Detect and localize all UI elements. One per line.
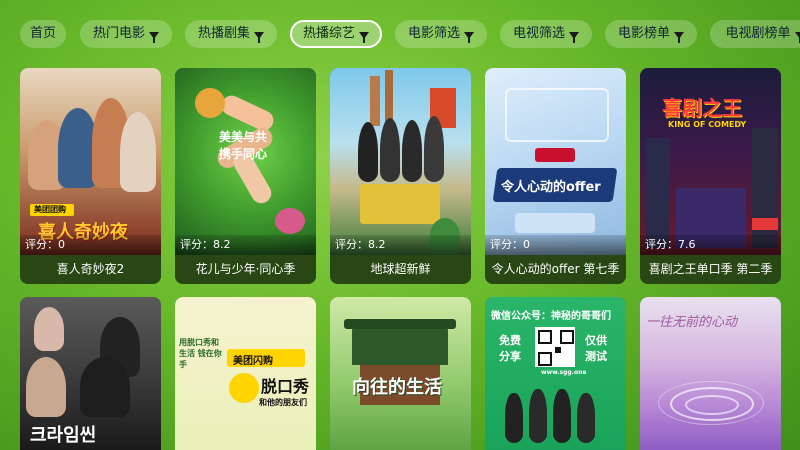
tab-movie-filter[interactable]: 电影筛选 [395, 20, 487, 48]
filter-icon [464, 31, 474, 43]
tab-hot-variety[interactable]: 热播综艺 [290, 20, 382, 48]
poster-brand: 美团闪购 [233, 356, 273, 367]
poster-image: 美团团购 喜人奇妙夜 [20, 68, 161, 255]
filter-icon [674, 31, 684, 43]
poster-subtitle: KING OF COMEDY [668, 120, 747, 129]
poster-image: 美美与共 携手同心 [175, 68, 316, 255]
tab-label: 电视筛选 [512, 26, 565, 41]
card-title: 令人心动的offer 第七季 [485, 255, 626, 284]
rating-label: 评分：7.6 [640, 235, 781, 255]
poster-title: 微信公众号：神秘的哥哥们 [491, 311, 611, 322]
tab-tv-ranking[interactable]: 电视剧榜单 [710, 20, 800, 48]
qr-code-icon [535, 327, 575, 367]
poster-title: 喜剧之王 [662, 96, 742, 120]
poster-right-text: 仅供 测试 [585, 334, 607, 363]
tab-label: 电视剧榜单 [725, 26, 791, 41]
poster-url: www.sgg.one [541, 369, 587, 376]
tab-tv-filter[interactable]: 电视筛选 [500, 20, 592, 48]
poster-title: 向往的生活 [352, 377, 442, 398]
media-card[interactable]: 美团团购 喜人奇妙夜 评分：0 喜人奇妙夜2 [20, 68, 161, 284]
tab-label: 热播剧集 [197, 26, 250, 41]
media-card[interactable]: 美美与共 携手同心 评分：8.2 花儿与少年·同心季 [175, 68, 316, 284]
tab-label: 电影榜单 [617, 26, 670, 41]
rating-label: 评分：0 [485, 235, 626, 255]
media-card[interactable]: 评分：8.2 地球超新鲜 [330, 68, 471, 284]
filter-icon [149, 31, 159, 43]
card-title: 喜剧之王单口季 第二季 [640, 255, 781, 284]
filter-icon [359, 31, 369, 43]
card-title: 地球超新鲜 [330, 255, 471, 284]
poster-title: 크라임씬 [30, 425, 97, 446]
tab-label: 热播综艺 [302, 26, 355, 41]
media-card[interactable]: 向往的生活 [330, 297, 471, 450]
filter-icon [569, 31, 579, 43]
media-card[interactable]: 令人心动的offer 评分：0 令人心动的offer 第七季 [485, 68, 626, 284]
poster-side-text: 用脱口秀和生活 钱在你手 [179, 338, 222, 369]
poster-image: 令人心动的offer [485, 68, 626, 255]
media-card[interactable]: 微信公众号：神秘的哥哥们 免费 分享 仅供 测试 www.sgg.one [485, 297, 626, 450]
rating-label: 评分：0 [20, 235, 161, 255]
poster-image: 向往的生活 [330, 297, 471, 450]
tab-label: 热门电影 [92, 26, 145, 41]
poster-image: 一往无前的心动 [640, 297, 781, 450]
poster-title: 令人心动的offer [501, 180, 601, 195]
poster-image: 크라임씬 [20, 297, 161, 450]
poster-left-text: 免费 分享 [499, 334, 521, 363]
filter-icon [794, 31, 800, 43]
media-card[interactable]: 用脱口秀和生活 钱在你手 美团闪购 脱口秀 和他的朋友们 [175, 297, 316, 450]
tab-hot-movies[interactable]: 热门电影 [80, 20, 172, 48]
tab-label: 电影筛选 [407, 26, 460, 41]
tab-hot-series[interactable]: 热播剧集 [185, 20, 277, 48]
tab-home[interactable]: 首页 [20, 20, 66, 48]
poster-image [330, 68, 471, 255]
card-title: 花儿与少年·同心季 [175, 255, 316, 284]
tab-label: 首页 [29, 26, 56, 41]
media-card[interactable]: 크라임씬 [20, 297, 161, 450]
poster-image: 喜剧之王 KING OF COMEDY [640, 68, 781, 255]
poster-subtitle: 和他的朋友们 [259, 398, 307, 407]
poster-title: 美美与共 携手同心 [219, 130, 268, 161]
poster-title: 一往无前的心动 [646, 315, 738, 330]
media-card[interactable]: 一往无前的心动 [640, 297, 781, 450]
poster-image: 用脱口秀和生活 钱在你手 美团闪购 脱口秀 和他的朋友们 [175, 297, 316, 450]
rating-label: 评分：8.2 [175, 235, 316, 255]
filter-icon [254, 31, 264, 43]
category-tabs: 首页 热门电影 热播剧集 热播综艺 电影筛选 电视筛选 电影榜单 电视剧榜单 [20, 20, 800, 48]
poster-title: 脱口秀 [261, 377, 310, 396]
tab-movie-ranking[interactable]: 电影榜单 [605, 20, 697, 48]
card-title: 喜人奇妙夜2 [20, 255, 161, 284]
media-card[interactable]: 喜剧之王 KING OF COMEDY 评分：7.6 喜剧之王单口季 第二季 [640, 68, 781, 284]
poster-image: 微信公众号：神秘的哥哥们 免费 分享 仅供 测试 www.sgg.one [485, 297, 626, 450]
rating-label: 评分：8.2 [330, 235, 471, 255]
poster-brand: 美团团购 [34, 205, 66, 214]
